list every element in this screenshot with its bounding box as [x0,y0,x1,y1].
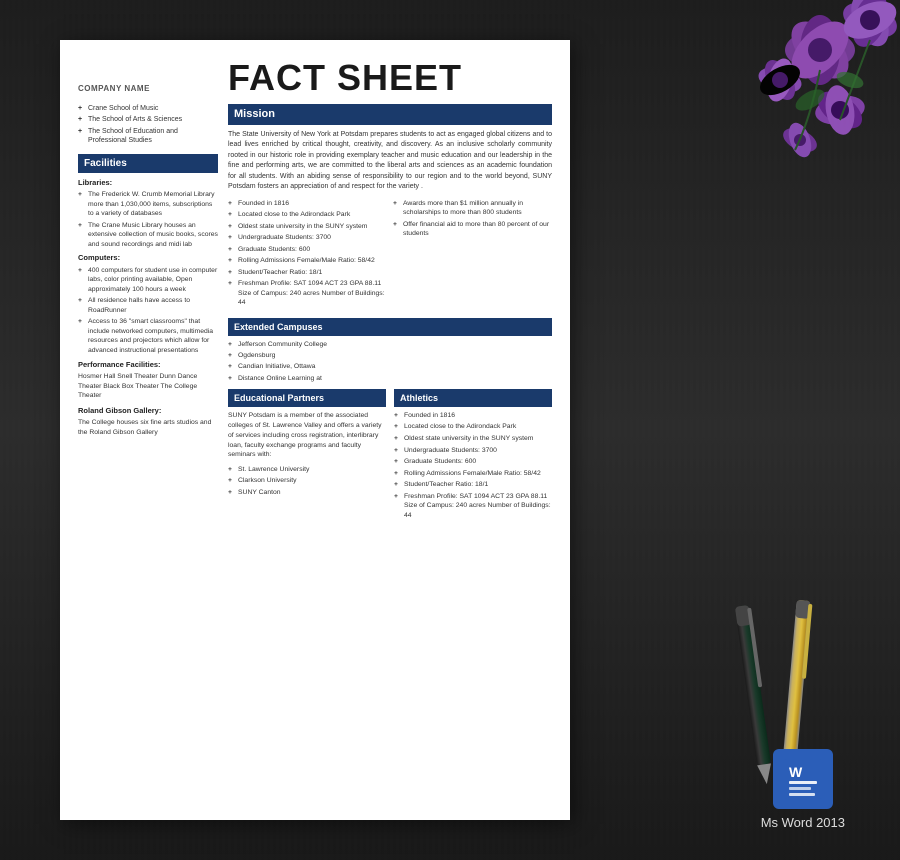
list-item: The Frederick W. Crumb Memorial Library … [78,190,218,219]
stats-col-2: Awards more than $1 million annually in … [393,199,552,310]
mission-header: Mission [228,104,552,125]
list-item: Crane School of Music [78,104,218,113]
list-item: The Crane Music Library houses an extens… [78,221,218,250]
libraries-list: The Frederick W. Crumb Memorial Library … [78,190,218,249]
word-badge: W Ms Word 2013 [761,749,845,830]
list-item: Candian Initiative, Ottawa [228,362,552,371]
ath-stat: Located close to the Adirondack Park [394,422,552,432]
list-item: Clarkson University [228,476,386,485]
decorative-flowers [640,0,900,200]
list-item: All residence halls have access to RoadR… [78,296,218,315]
ath-stat: Student/Teacher Ratio: 18/1 [394,480,552,490]
document: COMPANY NAME FACT SHEET Crane School of … [60,40,570,820]
extended-campuses-header: Extended Campuses [228,318,552,336]
facilities-header: Facilities [78,154,218,174]
word-icon: W [773,749,833,809]
stats-col-1: Founded in 1816 Located close to the Adi… [228,199,387,310]
educational-partners-col: Educational Partners SUNY Potsdam is a m… [228,389,386,522]
stat-item: Freshman Profile: SAT 1094 ACT 23 GPA 88… [228,279,387,308]
company-name: COMPANY NAME [78,60,218,95]
stat-item: Offer financial aid to more than 80 perc… [393,220,552,239]
fact-sheet-title: FACT SHEET [228,60,462,96]
ath-stat: Undergraduate Students: 3700 [394,446,552,456]
stat-item: Awards more than $1 million annually in … [393,199,552,218]
computers-list: 400 computers for student use in compute… [78,266,218,356]
educational-partners-text: SUNY Potsdam is a member of the associat… [228,411,386,460]
left-column: Crane School of Music The School of Arts… [78,104,218,522]
stat-item: Oldest state university in the SUNY syst… [228,222,387,232]
stat-item: Graduate Students: 600 [228,245,387,255]
athletics-header: Athletics [394,389,552,407]
ath-stat: Freshman Profile: SAT 1094 ACT 23 GPA 88… [394,492,552,521]
bottom-grid: Educational Partners SUNY Potsdam is a m… [228,389,552,522]
athletics-col: Athletics Founded in 1816 Located close … [394,389,552,522]
roland-text: The College houses six fine arts studios… [78,418,218,437]
roland-header: Roland Gibson Gallery: [78,406,218,416]
educational-partners-header: Educational Partners [228,389,386,407]
performance-text: Hosmer Hall Snell Theater Dunn Dance The… [78,372,218,401]
list-item: SUNY Canton [228,488,386,497]
ath-stat: Founded in 1816 [394,411,552,421]
stat-item: Rolling Admissions Female/Male Ratio: 58… [228,256,387,266]
extended-campuses-list: Jefferson Community College Ogdensburg C… [228,340,552,383]
list-item: Access to 36 "smart classrooms" that inc… [78,317,218,355]
stat-item: Student/Teacher Ratio: 18/1 [228,268,387,278]
list-item: 400 computers for student use in compute… [78,266,218,295]
libraries-header: Libraries: [78,178,218,188]
computers-header: Computers: [78,253,218,263]
doc-header: COMPANY NAME FACT SHEET [78,60,552,96]
stat-item: Founded in 1816 [228,199,387,209]
list-item: Ogdensburg [228,351,552,360]
educational-partners-list: St. Lawrence University Clarkson Univers… [228,465,386,497]
svg-text:W: W [789,764,803,780]
list-item: Jefferson Community College [228,340,552,349]
ath-stat: Rolling Admissions Female/Male Ratio: 58… [394,469,552,479]
list-item: St. Lawrence University [228,465,386,474]
list-item: Distance Online Learning at [228,374,552,383]
word-label: Ms Word 2013 [761,815,845,830]
stat-item: Undergraduate Students: 3700 [228,233,387,243]
right-column: Mission The State University of New York… [228,104,552,522]
stat-item: Located close to the Adirondack Park [228,210,387,220]
performance-header: Performance Facilities: [78,360,218,370]
list-item: The School of Education and Professional… [78,127,218,146]
mission-text: The State University of New York at Pots… [228,130,552,193]
school-list: Crane School of Music The School of Arts… [78,104,218,146]
list-item: The School of Arts & Sciences [78,115,218,124]
stats-grid: Founded in 1816 Located close to the Adi… [228,199,552,310]
ath-stat: Oldest state university in the SUNY syst… [394,434,552,444]
ath-stat: Graduate Students: 600 [394,457,552,467]
